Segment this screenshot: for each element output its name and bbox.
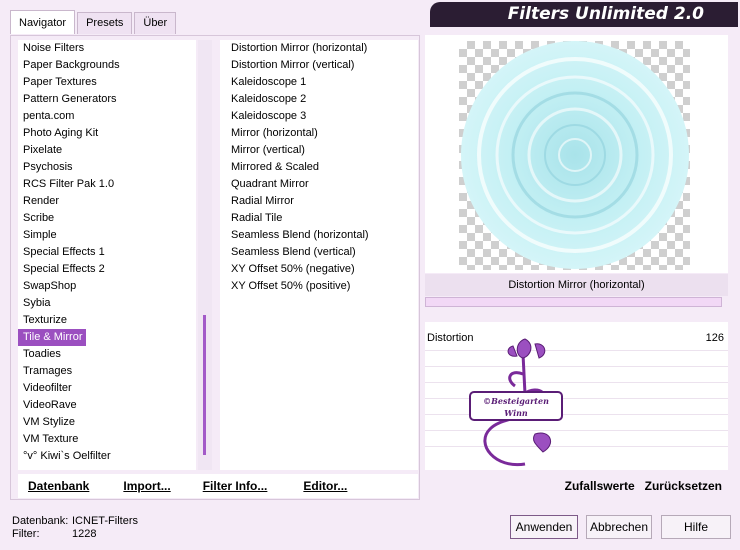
category-item[interactable]: Sybia [18, 295, 196, 312]
category-item[interactable]: Videofilter [18, 380, 196, 397]
filter-item[interactable]: Distortion Mirror (vertical) [226, 57, 418, 74]
import-button[interactable]: Import... [123, 479, 170, 493]
category-item[interactable]: Paper Backgrounds [18, 57, 196, 74]
app-title-banner: Filters Unlimited 2.0 [430, 2, 738, 27]
status-filter-label: Filter: [12, 528, 40, 540]
filter-item-selected[interactable]: Distortion Mirror (horizontal) [226, 40, 418, 57]
category-item[interactable]: Special Effects 2 [18, 261, 196, 278]
randomize-button[interactable]: Zufallswerte [565, 479, 635, 493]
filter-item[interactable]: Quadrant Mirror [226, 176, 418, 193]
category-item[interactable]: Photo Aging Kit [18, 125, 196, 142]
tab-presets[interactable]: Presets [77, 12, 133, 34]
navigator-button-bar: Datenbank Import... Filter Info... Edito… [18, 474, 418, 498]
progress-bar [425, 297, 722, 307]
status-area: Datenbank: ICNET-Filters Filter: 1228 [12, 515, 138, 541]
parameter-panel: Distortion 126 ©Besteigarten Winn [425, 322, 728, 470]
filter-list[interactable]: Distortion Mirror (horizontal) Distortio… [220, 40, 418, 470]
category-item[interactable]: Simple [18, 227, 196, 244]
editor-button[interactable]: Editor... [303, 479, 347, 493]
apply-button[interactable]: Anwenden [510, 515, 578, 539]
preview-image [461, 41, 689, 269]
preset-button-bar: Zufallswerte Zurücksetzen [425, 474, 728, 498]
category-item[interactable]: Render [18, 193, 196, 210]
tab-navigator[interactable]: Navigator [10, 10, 76, 34]
category-item-selected[interactable]: Tile & Mirror [18, 329, 87, 346]
reset-button[interactable]: Zurücksetzen [645, 479, 722, 493]
category-item[interactable]: RCS Filter Pak 1.0 [18, 176, 196, 193]
filter-item[interactable]: XY Offset 50% (negative) [226, 261, 418, 278]
filter-item[interactable]: Kaleidoscope 2 [226, 91, 418, 108]
filter-item[interactable]: Seamless Blend (vertical) [226, 244, 418, 261]
category-item[interactable]: Pattern Generators [18, 91, 196, 108]
status-database-label: Datenbank: [12, 515, 69, 527]
filter-item[interactable]: XY Offset 50% (positive) [226, 278, 418, 295]
category-item[interactable]: VM Stylize [18, 414, 196, 431]
category-item[interactable]: Texturize [18, 312, 196, 329]
category-item[interactable]: VideoRave [18, 397, 196, 414]
help-button[interactable]: Hilfe [661, 515, 731, 539]
category-item[interactable]: Scribe [18, 210, 196, 227]
watermark-line1: ©Besteigarten [483, 396, 549, 406]
category-item[interactable]: VM Texture [18, 431, 196, 448]
filter-item[interactable]: Radial Mirror [226, 193, 418, 210]
filter-item[interactable]: Seamless Blend (horizontal) [226, 227, 418, 244]
filter-item[interactable]: Kaleidoscope 3 [226, 108, 418, 125]
watermark-logo: ©Besteigarten Winn [469, 338, 563, 467]
category-item[interactable]: SwapShop [18, 278, 196, 295]
tab-about[interactable]: Über [134, 12, 177, 34]
category-item[interactable]: Special Effects 1 [18, 244, 196, 261]
category-item[interactable]: Pixelate [18, 142, 196, 159]
category-list[interactable]: Noise Filters Paper Backgrounds Paper Te… [18, 40, 196, 470]
filter-item[interactable]: Mirrored & Scaled [226, 159, 418, 176]
category-item[interactable]: °v° Kiwi`s Oelfilter [18, 448, 196, 465]
category-item[interactable]: Noise Filters [18, 40, 196, 57]
selected-filter-name: Distortion Mirror (horizontal) [425, 274, 728, 296]
category-scrollbar-thumb[interactable] [203, 315, 206, 455]
category-item[interactable]: Toadies [18, 346, 196, 363]
status-filter-value: 1228 [72, 528, 97, 540]
filter-item[interactable]: Kaleidoscope 1 [226, 74, 418, 91]
cancel-button[interactable]: Abbrechen [586, 515, 652, 539]
status-database-value: ICNET-Filters [72, 515, 138, 527]
category-scrollbar[interactable] [198, 40, 212, 470]
category-item[interactable]: Paper Textures [18, 74, 196, 91]
watermark-line2: Winn [504, 408, 528, 418]
param-value: 126 [705, 332, 724, 344]
filter-item[interactable]: Radial Tile [226, 210, 418, 227]
category-item[interactable]: Psychosis [18, 159, 196, 176]
filter-info-button[interactable]: Filter Info... [203, 479, 268, 493]
database-button[interactable]: Datenbank [28, 479, 89, 493]
tab-bar: Navigator Presets Über [10, 10, 178, 34]
category-item[interactable]: penta.com [18, 108, 196, 125]
filter-item[interactable]: Mirror (horizontal) [226, 125, 418, 142]
preview-panel [425, 35, 728, 273]
filter-item[interactable]: Mirror (vertical) [226, 142, 418, 159]
category-item[interactable]: Tramages [18, 363, 196, 380]
